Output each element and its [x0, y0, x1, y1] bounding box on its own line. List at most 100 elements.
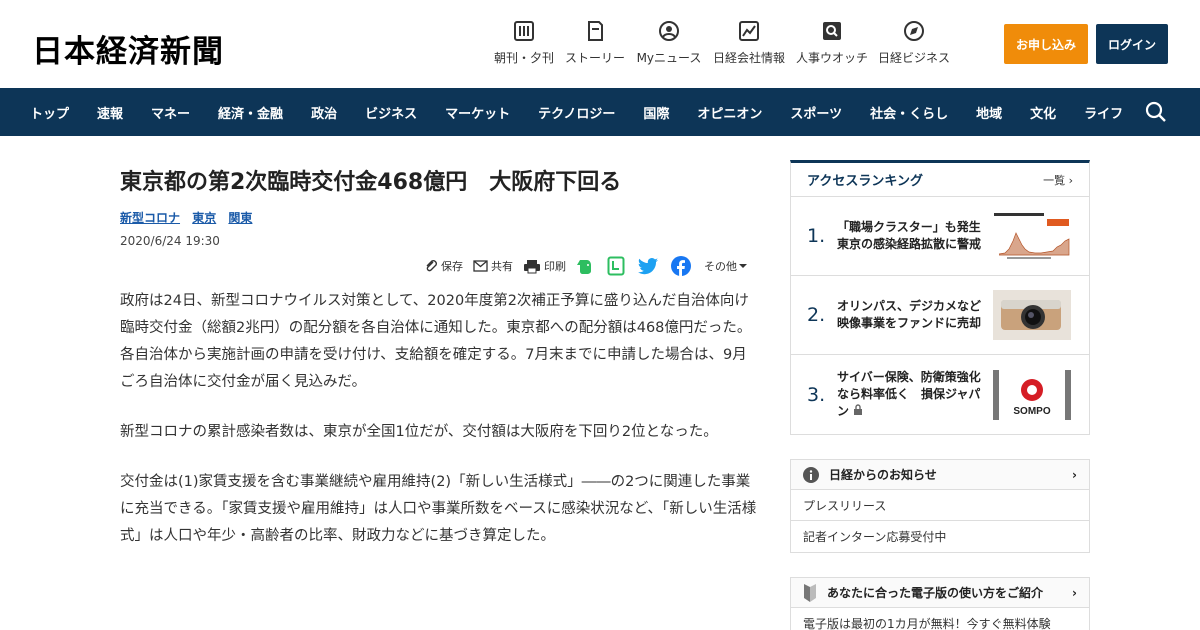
info-icon [803, 466, 819, 483]
header-nav-jinji-label: 人事ウオッチ [795, 51, 868, 65]
chevron-right-icon: › [1072, 585, 1077, 600]
notice-header[interactable]: 日経からのお知らせ › [791, 460, 1089, 490]
book-icon [588, 21, 603, 41]
nav-item-economy[interactable]: 経済・金融 [218, 103, 283, 122]
person-icon [659, 21, 679, 41]
ranking-title: アクセスランキング [807, 174, 923, 189]
guide-title: あなたに合った電子版の使い方をご紹介 [827, 586, 1044, 600]
nav-item-life[interactable]: ライフ [1084, 103, 1123, 122]
sidebar: アクセスランキング 一覧 › 1. 「職場クラスター」も発生 東京の感染経路拡散… [790, 160, 1090, 630]
nav-item-business[interactable]: ビジネス [365, 103, 417, 122]
ranking-more-link[interactable]: 一覧 › [1043, 172, 1073, 188]
magnifier-icon [823, 22, 841, 40]
printer-icon [524, 259, 540, 273]
ranking-item[interactable]: 1. 「職場クラスター」も発生 東京の感染経路拡散に警戒 [791, 197, 1089, 276]
nav-item-technology[interactable]: テクノロジー [538, 103, 615, 122]
rank-title: 「職場クラスター」も発生 東京の感染経路拡散に警戒 [837, 220, 993, 251]
rank-number: 2. [807, 304, 826, 326]
sompo-thumbnail: SOMPO [993, 369, 1071, 420]
ranking-item[interactable]: 2. オリンパス、デジカメなど映像事業をファンドに売却 [791, 276, 1089, 355]
search-icon[interactable] [1144, 100, 1168, 124]
article-paragraph: 政府は24日、新型コロナウイルス対策として、2020年度第2次補正予算に盛り込ん… [120, 293, 752, 390]
compass-icon [904, 21, 924, 41]
twitter-icon [638, 257, 658, 274]
rank-title: サイバー保険、防衛策強化なら料率低く 損保ジャパン [837, 370, 981, 418]
nav-item-top[interactable]: トップ [30, 103, 69, 122]
newspaper-icon [514, 21, 534, 41]
site-header: 日本経済新聞 朝刊・夕刊 ストーリー Myニュース 日経会社情報 人事ウオッチ … [0, 0, 1200, 88]
article-paragraph: 新型コロナの累計感染者数は、東京が全国1位だが、交付額は大阪府を下回り2位となっ… [120, 424, 718, 440]
nav-item-society[interactable]: 社会・くらし [870, 103, 948, 122]
nav-item-region[interactable]: 地域 [976, 103, 1002, 122]
beginner-mark-icon [804, 583, 816, 602]
article-paragraph: 交付金は(1)家賃支援を含む事業継続や雇用維持(2)「新しい生活様式」――の2つ… [120, 474, 757, 544]
access-ranking: アクセスランキング 一覧 › 1. 「職場クラスター」も発生 東京の感染経路拡散… [790, 160, 1090, 435]
header-nav-story[interactable]: ストーリー [562, 20, 628, 66]
tag-link[interactable]: 新型コロナ [120, 211, 180, 225]
site-logo[interactable]: 日本経済新聞 [32, 26, 224, 71]
ranking-item[interactable]: 3. サイバー保険、防衛策強化なら料率低く 損保ジャパン SOMPO [791, 355, 1089, 434]
print-button[interactable]: 印刷 [523, 258, 566, 274]
login-button[interactable]: ログイン [1096, 24, 1168, 64]
digital-guide: あなたに合った電子版の使い方をご紹介 › 電子版は最初の1カ月が無料！今すぐ無料… [790, 577, 1090, 630]
caret-down-icon [739, 264, 747, 268]
category-list: トップ 速報 マネー 経済・金融 政治 ビジネス マーケット テクノロジー 国際… [0, 88, 1200, 136]
chevron-right-icon: › [1072, 467, 1077, 482]
nav-item-politics[interactable]: 政治 [311, 103, 337, 122]
share-label: 共有 [491, 260, 513, 273]
clip-icon [607, 256, 625, 276]
tag-link[interactable]: 東京 [192, 211, 216, 225]
share-button[interactable]: 共有 [473, 258, 513, 274]
rank-title: オリンパス、デジカメなど映像事業をファンドに売却 [837, 299, 982, 330]
free-trial-link[interactable]: 電子版は最初の1カ月が無料！今すぐ無料体験 [791, 608, 1089, 630]
facebook-button[interactable] [671, 256, 694, 276]
tag-link[interactable]: 関東 [228, 211, 252, 225]
header-nav-paper[interactable]: 朝刊・夕刊 [492, 20, 556, 66]
notice-title: 日経からのお知らせ [829, 468, 937, 482]
print-label: 印刷 [544, 260, 566, 273]
camera-thumbnail [993, 290, 1071, 340]
lock-icon [854, 404, 863, 415]
nav-item-market[interactable]: マーケット [445, 103, 510, 122]
nav-item-international[interactable]: 国際 [643, 103, 669, 122]
save-button[interactable]: 保存 [424, 258, 463, 274]
notice-link[interactable]: プレスリリース [791, 490, 1089, 521]
header-nav-business[interactable]: 日経ビジネス [876, 20, 952, 66]
nav-item-sokuho[interactable]: 速報 [97, 103, 123, 122]
sompo-logo-text: SOMPO [1013, 406, 1050, 417]
nav-item-sports[interactable]: スポーツ [790, 103, 842, 122]
facebook-icon [671, 256, 691, 276]
twitter-button[interactable] [638, 257, 661, 275]
article-title: 東京都の第2次臨時交付金468億円 大阪府下回る [120, 170, 622, 195]
nav-item-money[interactable]: マネー [151, 103, 190, 122]
article: 東京都の第2次臨時交付金468億円 大阪府下回る 新型コロナ 東京 関東 202… [120, 160, 760, 544]
header-nav-story-label: ストーリー [564, 51, 625, 65]
guide-header[interactable]: あなたに合った電子版の使い方をご紹介 › [791, 578, 1089, 608]
chart-icon [739, 21, 759, 41]
evernote-icon [577, 260, 591, 274]
nikkei-notice: 日経からのお知らせ › プレスリリース 記者インターン応募受付中 [790, 459, 1090, 553]
header-nav-mynews-label: Myニュース [636, 51, 702, 65]
ranking-header: アクセスランキング 一覧 › [791, 163, 1089, 197]
header-nav: 朝刊・夕刊 ストーリー Myニュース 日経会社情報 人事ウオッチ 日経ビジネス [492, 20, 958, 66]
evernote-button[interactable] [576, 257, 597, 275]
header-nav-company[interactable]: 日経会社情報 [710, 20, 788, 66]
bookmark-button[interactable] [607, 256, 628, 276]
header-nav-jinji[interactable]: 人事ウオッチ [794, 20, 870, 66]
header-nav-mynews[interactable]: Myニュース [634, 20, 704, 66]
other-share-dropdown[interactable]: その他 [704, 258, 750, 274]
article-body: 政府は24日、新型コロナウイルス対策として、2020年度第2次補正予算に盛り込ん… [120, 288, 760, 573]
share-toolbar: 保存 共有 印刷 その他 [424, 256, 760, 276]
rank-number: 1. [807, 225, 826, 247]
save-label: 保存 [441, 260, 463, 273]
nav-item-opinion[interactable]: オピニオン [697, 103, 762, 122]
mail-icon [473, 260, 488, 272]
header-nav-company-label: 日経会社情報 [712, 51, 785, 65]
chevron-right-icon: › [1068, 173, 1073, 187]
header-nav-business-label: 日経ビジネス [877, 51, 950, 65]
apply-button[interactable]: お申し込み [1004, 24, 1088, 64]
nav-item-culture[interactable]: 文化 [1030, 103, 1056, 122]
notice-link[interactable]: 記者インターン応募受付中 [791, 521, 1089, 552]
other-label: その他 [704, 260, 737, 273]
paperclip-icon [426, 260, 437, 272]
